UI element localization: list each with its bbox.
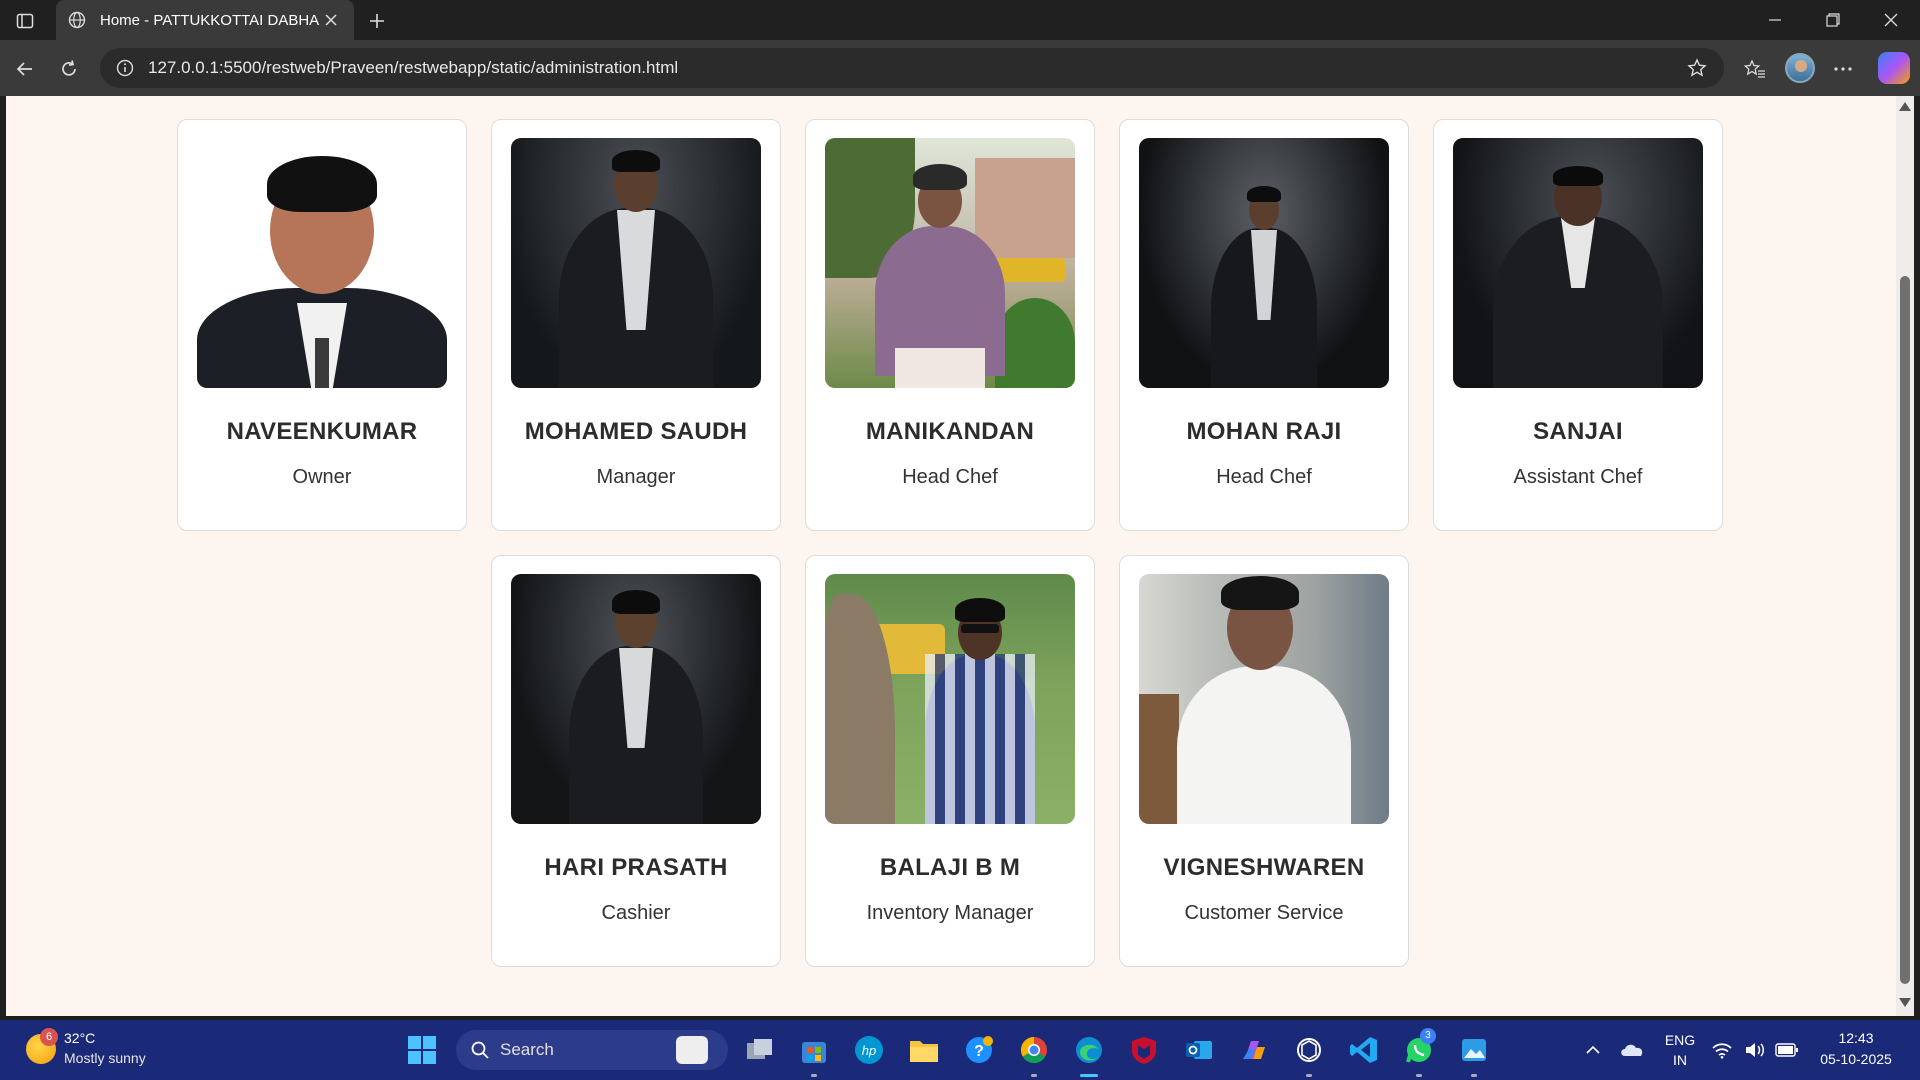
page-area: NAVEENKUMAR Owner MOHAMED SAUDH Manager [0,96,1920,1016]
staff-photo [511,574,761,824]
onedrive-cloud-icon[interactable] [1612,1030,1652,1070]
url-text: 127.0.0.1:5500/restweb/Praveen/restwebap… [148,58,679,77]
staff-name: MOHAN RAJI [1186,418,1342,445]
outlook-icon[interactable] [1179,1030,1219,1070]
weather-description[interactable]: Mostly sunny [64,1050,146,1066]
running-indicator [1031,1074,1037,1077]
staff-photo [197,138,447,388]
minimize-icon[interactable] [1746,0,1804,40]
edge-icon[interactable] [1069,1030,1109,1070]
staff-name: VIGNESHWAREN [1163,854,1365,881]
staff-role: Customer Service [1184,902,1344,924]
whatsapp-badge: 3 [1420,1028,1436,1044]
browser-tab[interactable]: Home - PATTUKKOTTAI DABHA [56,0,354,40]
staff-card: MOHAN RAJI Head Chef [1119,119,1409,531]
scroll-up-arrow-icon[interactable] [1899,102,1911,111]
back-arrow-icon[interactable] [8,52,42,86]
staff-photo [825,138,1075,388]
running-indicator [1416,1074,1422,1077]
staff-role: Assistant Chef [1513,466,1643,488]
staff-card: MOHAMED SAUDH Manager [491,119,781,531]
staff-name: BALAJI B M [879,854,1021,881]
chevron-up-icon[interactable] [1573,1030,1613,1070]
web-viewport: NAVEENKUMAR Owner MOHAMED SAUDH Manager [6,96,1896,1016]
svg-text:hp: hp [862,1043,876,1058]
staff-photo [825,574,1075,824]
wifi-icon[interactable] [1707,1030,1737,1070]
mcafee-icon[interactable] [1124,1030,1164,1070]
weather-temperature[interactable]: 32°C [64,1030,95,1046]
region-indicator[interactable]: IN [1658,1052,1702,1068]
language-indicator[interactable]: ENG [1658,1032,1702,1048]
staff-photo [1139,574,1389,824]
restore-icon[interactable] [1804,0,1862,40]
svg-text:?: ? [974,1043,984,1060]
close-window-icon[interactable] [1862,0,1920,40]
volume-icon[interactable] [1740,1030,1770,1070]
taskbar-search-box[interactable]: Search [456,1030,728,1070]
chrome-icon[interactable] [1014,1030,1054,1070]
chatgpt-icon[interactable] [1289,1030,1329,1070]
favorites-icon[interactable] [1738,52,1772,86]
browser-titlebar: Home - PATTUKKOTTAI DABHA [0,0,1920,40]
globe-icon [68,10,88,30]
more-options-icon[interactable] [1826,52,1860,86]
staff-name: MANIKANDAN [865,418,1035,445]
tab-title: Home - PATTUKKOTTAI DABHA [100,11,320,29]
tab-actions-icon[interactable] [8,4,42,38]
taskbar: 6 32°C Mostly sunny Search hp ? 3 ENG IN… [0,1020,1920,1080]
staff-role: Head Chef [1216,466,1312,488]
vertical-scrollbar[interactable] [1896,96,1914,1016]
battery-icon[interactable] [1770,1030,1804,1070]
copilot-icon[interactable] [1878,52,1910,84]
staff-role: Cashier [601,902,671,924]
staff-name: MOHAMED SAUDH [524,418,748,445]
reload-icon[interactable] [52,52,86,86]
running-indicator [1471,1074,1477,1077]
active-indicator [1080,1074,1098,1077]
search-icon [470,1040,490,1060]
vscode-icon[interactable] [1344,1030,1384,1070]
staff-name: NAVEENKUMAR [226,418,418,445]
search-label: Search [500,1040,554,1059]
close-tab-icon[interactable] [320,9,342,31]
weather-badge: 6 [40,1028,58,1046]
staff-card: BALAJI B M Inventory Manager [805,555,1095,967]
staff-photo [1139,138,1389,388]
staff-card: VIGNESHWAREN Customer Service [1119,555,1409,967]
running-indicator [811,1074,817,1077]
profile-avatar[interactable] [1785,53,1815,83]
staff-role: Inventory Manager [866,902,1034,924]
address-bar[interactable]: 127.0.0.1:5500/restweb/Praveen/restwebap… [100,48,1724,88]
staff-name: SANJAI [1533,418,1623,445]
new-tab-icon[interactable] [362,6,392,36]
clock-date[interactable]: 05-10-2025 [1806,1051,1906,1067]
task-view-icon[interactable] [740,1030,780,1070]
staff-photo [511,138,761,388]
browser-toolbar: 127.0.0.1:5500/restweb/Praveen/restwebap… [0,40,1920,96]
staff-role: Owner [292,466,352,488]
help-icon[interactable]: ? [959,1030,999,1070]
staff-photo [1453,138,1703,388]
copilot-app-icon[interactable] [1234,1030,1274,1070]
start-windows-icon[interactable] [402,1030,442,1070]
microsoft-store-icon[interactable] [794,1030,834,1070]
site-info-icon[interactable] [114,57,136,79]
photos-icon[interactable] [1454,1030,1494,1070]
running-indicator [1306,1074,1312,1077]
staff-card: HARI PRASATH Cashier [491,555,781,967]
staff-card: MANIKANDAN Head Chef [805,119,1095,531]
staff-name: HARI PRASATH [544,854,728,881]
staff-role: Manager [596,466,676,488]
staff-card: NAVEENKUMAR Owner [177,119,467,531]
favorite-star-icon[interactable] [1684,55,1710,81]
clock-time[interactable]: 12:43 [1806,1030,1906,1046]
scrollbar-thumb[interactable] [1900,276,1910,984]
hp-icon[interactable]: hp [849,1030,889,1070]
staff-role: Head Chef [902,466,998,488]
file-explorer-icon[interactable] [904,1030,944,1070]
search-highlight-icon [676,1036,708,1064]
staff-card: SANJAI Assistant Chef [1433,119,1723,531]
scroll-down-arrow-icon[interactable] [1899,998,1911,1007]
